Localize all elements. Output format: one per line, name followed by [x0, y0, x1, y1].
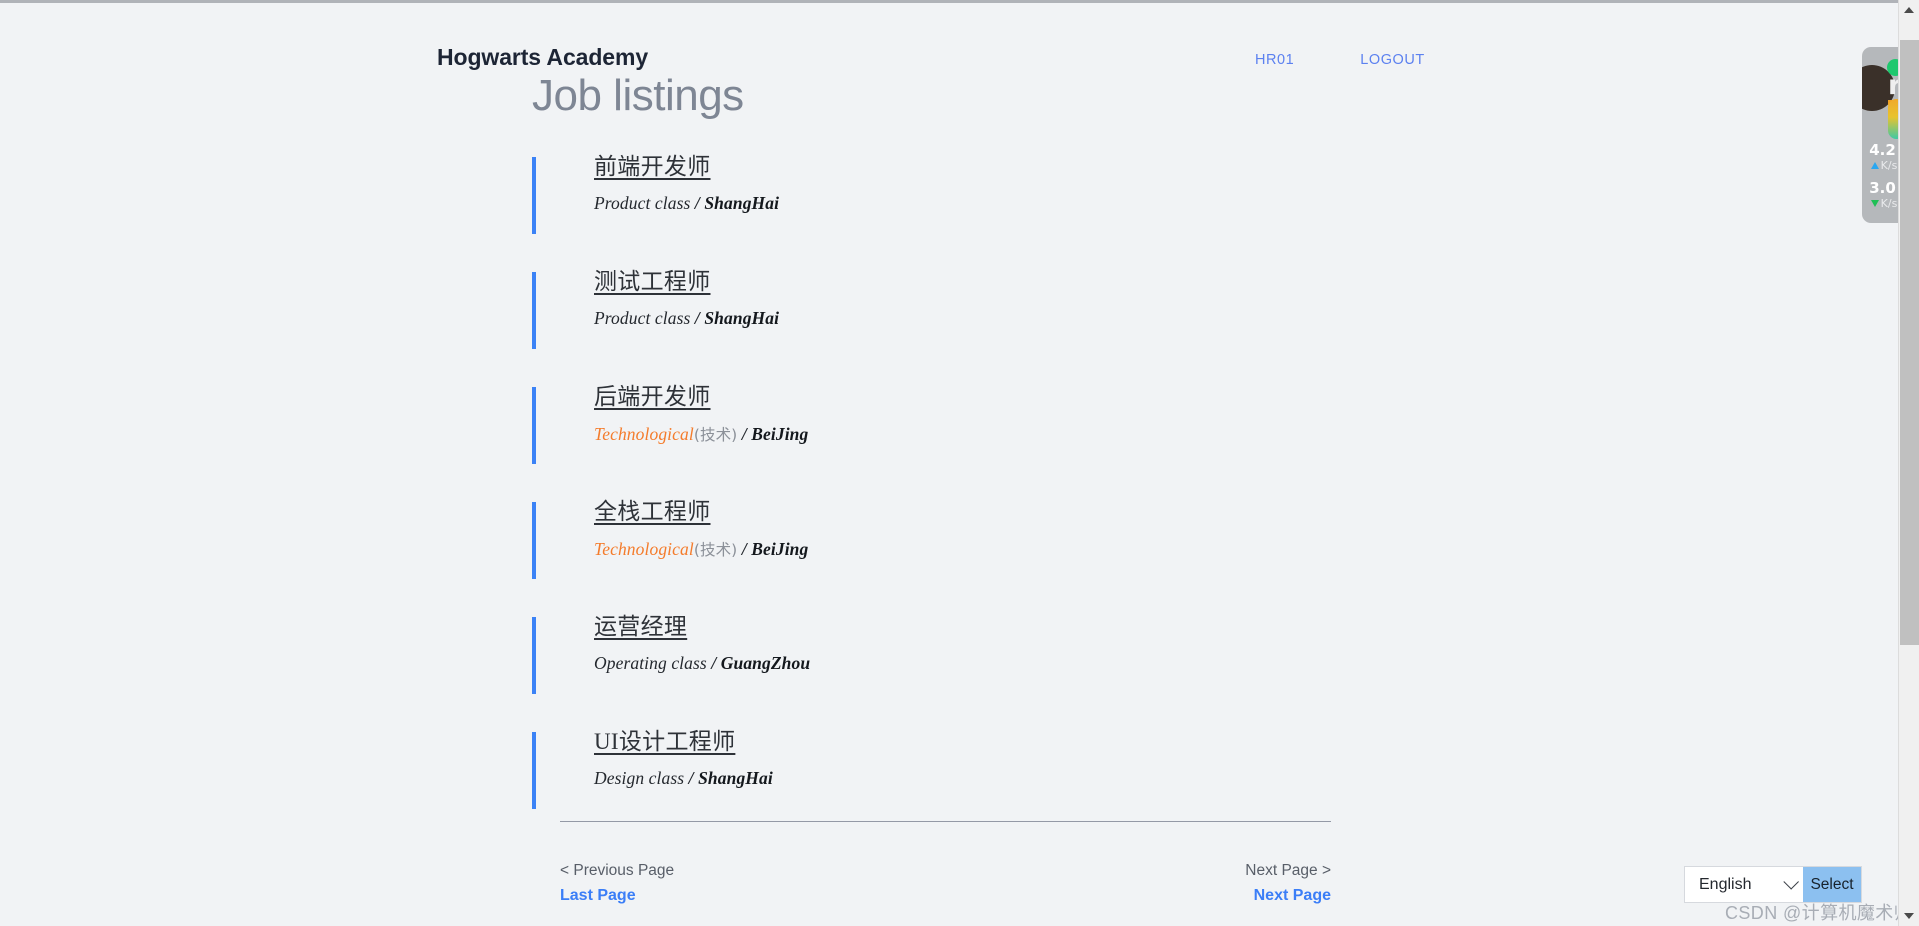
job-list-item: 运营经理 Operating class / GuangZhou — [532, 613, 1332, 694]
job-city: GuangZhou — [720, 652, 811, 673]
job-accent-bar — [532, 272, 536, 349]
job-accent-bar — [532, 617, 536, 694]
job-meta: Design class / ShangHai — [594, 768, 1332, 789]
language-select[interactable]: English — [1685, 867, 1803, 902]
job-title-link[interactable]: 全栈工程师 — [594, 498, 711, 527]
job-category-en: Product class — [594, 192, 691, 213]
pagination-next: Next Page > Next Page — [1245, 861, 1331, 905]
job-category-en: Product class — [594, 307, 691, 328]
job-list-item: UI设计工程师 Design class / ShangHai — [532, 728, 1332, 809]
job-city: ShangHai — [704, 192, 780, 213]
job-list-item: 前端开发师 Product class / ShangHai — [532, 153, 1332, 234]
job-meta-separator: / — [694, 307, 700, 328]
triangle-up-icon — [1904, 7, 1914, 13]
status-dot-icon — [1887, 59, 1898, 76]
job-meta: Product class / ShangHai — [594, 193, 1332, 214]
gradient-pill-icon — [1888, 99, 1898, 139]
netspeed-widget[interactable]: r 4.2 K/s 3.0 K/s — [1862, 47, 1898, 223]
language-select-value: English — [1699, 875, 1752, 893]
job-list: 前端开发师 Product class / ShangHai 测试工程师 Pro… — [532, 153, 1332, 843]
logo-letter: r — [1888, 70, 1898, 101]
previous-page-hint: < Previous Page — [560, 862, 675, 879]
pagination: < Previous Page Last Page Next Page > Ne… — [560, 861, 1331, 921]
download-unit-line: K/s — [1862, 197, 1898, 210]
job-meta-separator: / — [694, 192, 700, 213]
job-title-link[interactable]: 前端开发师 — [594, 153, 711, 182]
netspeed-readouts: 4.2 K/s 3.0 K/s — [1862, 143, 1898, 219]
job-city: ShangHai — [704, 307, 780, 328]
upload-row: 4.2 K/s — [1862, 143, 1898, 181]
nav-link-logout[interactable]: LOGOUT — [1360, 52, 1425, 68]
site-header: Hogwarts Academy HR01 LOGOUT — [0, 23, 1898, 70]
triangle-down-icon — [1904, 913, 1914, 919]
job-meta-separator: / — [688, 767, 694, 788]
job-meta: Technological(技术) / BeiJing — [594, 538, 1332, 560]
job-category-en: Technological — [594, 423, 694, 444]
job-accent-bar — [532, 502, 536, 579]
job-accent-bar — [532, 732, 536, 809]
next-page-hint: Next Page > — [1245, 862, 1331, 879]
pagination-previous: < Previous Page Last Page — [560, 861, 674, 905]
job-category-en: Design class — [594, 767, 685, 788]
language-select-button[interactable]: Select — [1803, 867, 1861, 902]
job-list-item: 全栈工程师 Technological(技术) / BeiJing — [532, 498, 1332, 579]
chevron-down-icon — [1783, 873, 1799, 890]
job-category-en: Operating class — [594, 652, 707, 673]
job-category-zh: (技术) — [693, 540, 738, 559]
language-bar: English Select — [1684, 866, 1862, 903]
job-meta: Technological(技术) / BeiJing — [594, 423, 1332, 445]
download-row: 3.0 K/s — [1862, 181, 1898, 219]
upload-unit-line: K/s — [1862, 159, 1898, 172]
job-title-link[interactable]: UI设计工程师 — [594, 728, 735, 757]
job-title-link[interactable]: 后端开发师 — [594, 383, 711, 412]
page-viewport: Hogwarts Academy HR01 LOGOUT Job listing… — [0, 3, 1898, 926]
next-page-link[interactable]: Next Page — [1245, 887, 1331, 905]
job-title-link[interactable]: 测试工程师 — [594, 268, 711, 297]
job-title-link[interactable]: 运营经理 — [594, 613, 687, 642]
job-city: ShangHai — [698, 767, 773, 788]
job-city: BeiJing — [751, 538, 809, 559]
upload-value: 4.2 — [1869, 141, 1896, 159]
job-meta-separator: / — [741, 538, 747, 559]
job-accent-bar — [532, 387, 536, 464]
job-accent-bar — [532, 157, 536, 234]
scroll-down-button[interactable] — [1899, 906, 1919, 926]
job-meta-separator: / — [741, 423, 747, 444]
upload-unit: K/s — [1880, 159, 1898, 172]
job-category-en: Technological — [594, 538, 694, 559]
job-list-item: 后端开发师 Technological(技术) / BeiJing — [532, 383, 1332, 464]
scrollbar-thumb[interactable] — [1900, 40, 1919, 645]
job-list-item: 测试工程师 Product class / ShangHai — [532, 268, 1332, 349]
arrow-down-icon — [1870, 200, 1879, 207]
scroll-up-button[interactable] — [1899, 0, 1919, 20]
job-meta-separator: / — [711, 652, 717, 673]
job-meta: Operating class / GuangZhou — [594, 653, 1332, 674]
page-title: Job listings — [532, 71, 744, 120]
download-unit: K/s — [1880, 197, 1898, 210]
brand-title: Hogwarts Academy — [437, 44, 649, 70]
nav-link-hr01[interactable]: HR01 — [1255, 52, 1294, 68]
job-city: BeiJing — [751, 423, 809, 444]
download-value: 3.0 — [1869, 179, 1896, 197]
last-page-link[interactable]: Last Page — [560, 887, 674, 905]
pagination-divider — [560, 821, 1331, 822]
header-nav: HR01 LOGOUT — [1255, 52, 1425, 68]
arrow-up-icon — [1870, 162, 1879, 169]
job-meta: Product class / ShangHai — [594, 308, 1332, 329]
vertical-scrollbar[interactable] — [1898, 0, 1919, 926]
job-category-zh: (技术) — [693, 425, 738, 444]
